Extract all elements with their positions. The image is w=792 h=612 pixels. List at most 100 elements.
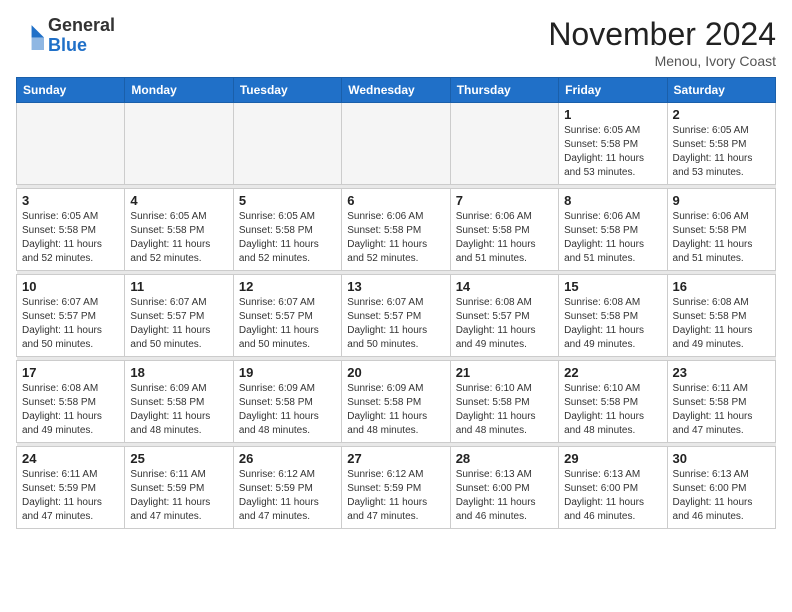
day-number: 23 [673, 365, 770, 380]
day-cell: 1 Sunrise: 6:05 AM Sunset: 5:58 PM Daylig… [559, 103, 667, 185]
week-row-0: 1 Sunrise: 6:05 AM Sunset: 5:58 PM Daylig… [17, 103, 776, 185]
week-row-4: 24 Sunrise: 6:11 AM Sunset: 5:59 PM Dayli… [17, 447, 776, 529]
day-cell: 22 Sunrise: 6:10 AM Sunset: 5:58 PM Dayli… [559, 361, 667, 443]
day-cell [17, 103, 125, 185]
day-info: Sunrise: 6:08 AM Sunset: 5:58 PM Dayligh… [673, 296, 770, 352]
day-number: 1 [564, 107, 661, 122]
day-info: Sunrise: 6:13 AM Sunset: 6:00 PM Dayligh… [673, 468, 770, 524]
day-cell: 20 Sunrise: 6:09 AM Sunset: 5:58 PM Dayli… [342, 361, 450, 443]
day-info: Sunrise: 6:11 AM Sunset: 5:58 PM Dayligh… [673, 382, 770, 438]
day-number: 12 [239, 279, 336, 294]
day-number: 6 [347, 193, 444, 208]
day-info: Sunrise: 6:10 AM Sunset: 5:58 PM Dayligh… [564, 382, 661, 438]
location: Menou, Ivory Coast [548, 53, 776, 69]
day-number: 10 [22, 279, 119, 294]
day-cell: 2 Sunrise: 6:05 AM Sunset: 5:58 PM Daylig… [667, 103, 775, 185]
day-number: 14 [456, 279, 553, 294]
day-cell: 3Sunrise: 6:05 AM Sunset: 5:58 PM Daylig… [17, 189, 125, 271]
day-cell: 12 Sunrise: 6:07 AM Sunset: 5:57 PM Dayli… [233, 275, 341, 357]
day-info: Sunrise: 6:05 AM Sunset: 5:58 PM Dayligh… [564, 124, 661, 180]
weekday-header-wednesday: Wednesday [342, 78, 450, 103]
logo-icon [16, 22, 44, 50]
day-number: 11 [130, 279, 227, 294]
day-cell: 24 Sunrise: 6:11 AM Sunset: 5:59 PM Dayli… [17, 447, 125, 529]
day-number: 24 [22, 451, 119, 466]
page-header: General Blue November 2024 Menou, Ivory … [16, 16, 776, 69]
day-number: 7 [456, 193, 553, 208]
day-cell: 6 Sunrise: 6:06 AM Sunset: 5:58 PM Daylig… [342, 189, 450, 271]
weekday-header-monday: Monday [125, 78, 233, 103]
day-cell: 23 Sunrise: 6:11 AM Sunset: 5:58 PM Dayli… [667, 361, 775, 443]
logo-text: General Blue [48, 16, 115, 56]
day-info: Sunrise: 6:06 AM Sunset: 5:58 PM Dayligh… [347, 210, 444, 266]
weekday-header-thursday: Thursday [450, 78, 558, 103]
day-number: 2 [673, 107, 770, 122]
day-cell: 5 Sunrise: 6:05 AM Sunset: 5:58 PM Daylig… [233, 189, 341, 271]
day-info: Sunrise: 6:10 AM Sunset: 5:58 PM Dayligh… [456, 382, 553, 438]
day-info: Sunrise: 6:13 AM Sunset: 6:00 PM Dayligh… [564, 468, 661, 524]
day-number: 8 [564, 193, 661, 208]
weekday-header-tuesday: Tuesday [233, 78, 341, 103]
day-cell: 25Sunrise: 6:11 AM Sunset: 5:59 PM Dayli… [125, 447, 233, 529]
day-info: Sunrise: 6:05 AM Sunset: 5:58 PM Dayligh… [673, 124, 770, 180]
day-cell: 7 Sunrise: 6:06 AM Sunset: 5:58 PM Daylig… [450, 189, 558, 271]
day-number: 29 [564, 451, 661, 466]
day-number: 4 [130, 193, 227, 208]
day-info: Sunrise: 6:09 AM Sunset: 5:58 PM Dayligh… [130, 382, 227, 438]
day-cell: 28Sunrise: 6:13 AM Sunset: 6:00 PM Dayli… [450, 447, 558, 529]
day-info: Sunrise: 6:05 AM Sunset: 5:58 PM Dayligh… [239, 210, 336, 266]
day-cell: 10 Sunrise: 6:07 AM Sunset: 5:57 PM Dayli… [17, 275, 125, 357]
day-info: Sunrise: 6:08 AM Sunset: 5:58 PM Dayligh… [564, 296, 661, 352]
day-cell [233, 103, 341, 185]
day-info: Sunrise: 6:11 AM Sunset: 5:59 PM Dayligh… [22, 468, 119, 524]
day-number: 21 [456, 365, 553, 380]
day-info: Sunrise: 6:09 AM Sunset: 5:58 PM Dayligh… [347, 382, 444, 438]
day-number: 18 [130, 365, 227, 380]
day-cell: 11 Sunrise: 6:07 AM Sunset: 5:57 PM Dayli… [125, 275, 233, 357]
day-cell: 18 Sunrise: 6:09 AM Sunset: 5:58 PM Dayli… [125, 361, 233, 443]
day-cell: 13 Sunrise: 6:07 AM Sunset: 5:57 PM Dayli… [342, 275, 450, 357]
day-info: Sunrise: 6:12 AM Sunset: 5:59 PM Dayligh… [347, 468, 444, 524]
day-info: Sunrise: 6:08 AM Sunset: 5:58 PM Dayligh… [22, 382, 119, 438]
day-info: Sunrise: 6:11 AM Sunset: 5:59 PM Dayligh… [130, 468, 227, 524]
day-number: 22 [564, 365, 661, 380]
logo: General Blue [16, 16, 115, 56]
day-info: Sunrise: 6:13 AM Sunset: 6:00 PM Dayligh… [456, 468, 553, 524]
calendar-table: SundayMondayTuesdayWednesdayThursdayFrid… [16, 77, 776, 529]
day-info: Sunrise: 6:06 AM Sunset: 5:58 PM Dayligh… [456, 210, 553, 266]
day-info: Sunrise: 6:05 AM Sunset: 5:58 PM Dayligh… [130, 210, 227, 266]
day-number: 20 [347, 365, 444, 380]
day-cell: 9 Sunrise: 6:06 AM Sunset: 5:58 PM Daylig… [667, 189, 775, 271]
day-cell: 17Sunrise: 6:08 AM Sunset: 5:58 PM Dayli… [17, 361, 125, 443]
day-cell: 21 Sunrise: 6:10 AM Sunset: 5:58 PM Dayli… [450, 361, 558, 443]
day-number: 15 [564, 279, 661, 294]
day-cell [125, 103, 233, 185]
day-number: 19 [239, 365, 336, 380]
week-row-3: 17Sunrise: 6:08 AM Sunset: 5:58 PM Dayli… [17, 361, 776, 443]
day-number: 13 [347, 279, 444, 294]
day-number: 27 [347, 451, 444, 466]
week-row-1: 3 Sunrise: 6:05 AM Sunset: 5:58 PM Daylig… [17, 189, 776, 271]
day-number: 9 [673, 193, 770, 208]
month-title: November 2024 [548, 16, 776, 53]
day-cell [450, 103, 558, 185]
day-number: 16 [673, 279, 770, 294]
weekday-header-saturday: Saturday [667, 78, 775, 103]
day-info: Sunrise: 6:06 AM Sunset: 5:58 PM Dayligh… [673, 210, 770, 266]
day-info: Sunrise: 6:07 AM Sunset: 5:57 PM Dayligh… [347, 296, 444, 352]
day-cell: 16 Sunrise: 6:08 AM Sunset: 5:58 PM Dayli… [667, 275, 775, 357]
day-cell: 30 Sunrise: 6:13 AM Sunset: 6:00 PM Dayli… [667, 447, 775, 529]
day-info: Sunrise: 6:07 AM Sunset: 5:57 PM Dayligh… [239, 296, 336, 352]
day-cell: 27 Sunrise: 6:12 AM Sunset: 5:59 PM Dayli… [342, 447, 450, 529]
weekday-header-sunday: Sunday [17, 78, 125, 103]
weekday-header-friday: Friday [559, 78, 667, 103]
day-info: Sunrise: 6:07 AM Sunset: 5:57 PM Dayligh… [22, 296, 119, 352]
day-info: Sunrise: 6:12 AM Sunset: 5:59 PM Dayligh… [239, 468, 336, 524]
day-number: 26 [239, 451, 336, 466]
day-number: 5 [239, 193, 336, 208]
day-info: Sunrise: 6:07 AM Sunset: 5:57 PM Dayligh… [130, 296, 227, 352]
week-row-2: 10 Sunrise: 6:07 AM Sunset: 5:57 PM Dayli… [17, 275, 776, 357]
day-number: 30 [673, 451, 770, 466]
day-cell: 8Sunrise: 6:06 AM Sunset: 5:58 PM Daylig… [559, 189, 667, 271]
day-number: 3 [22, 193, 119, 208]
